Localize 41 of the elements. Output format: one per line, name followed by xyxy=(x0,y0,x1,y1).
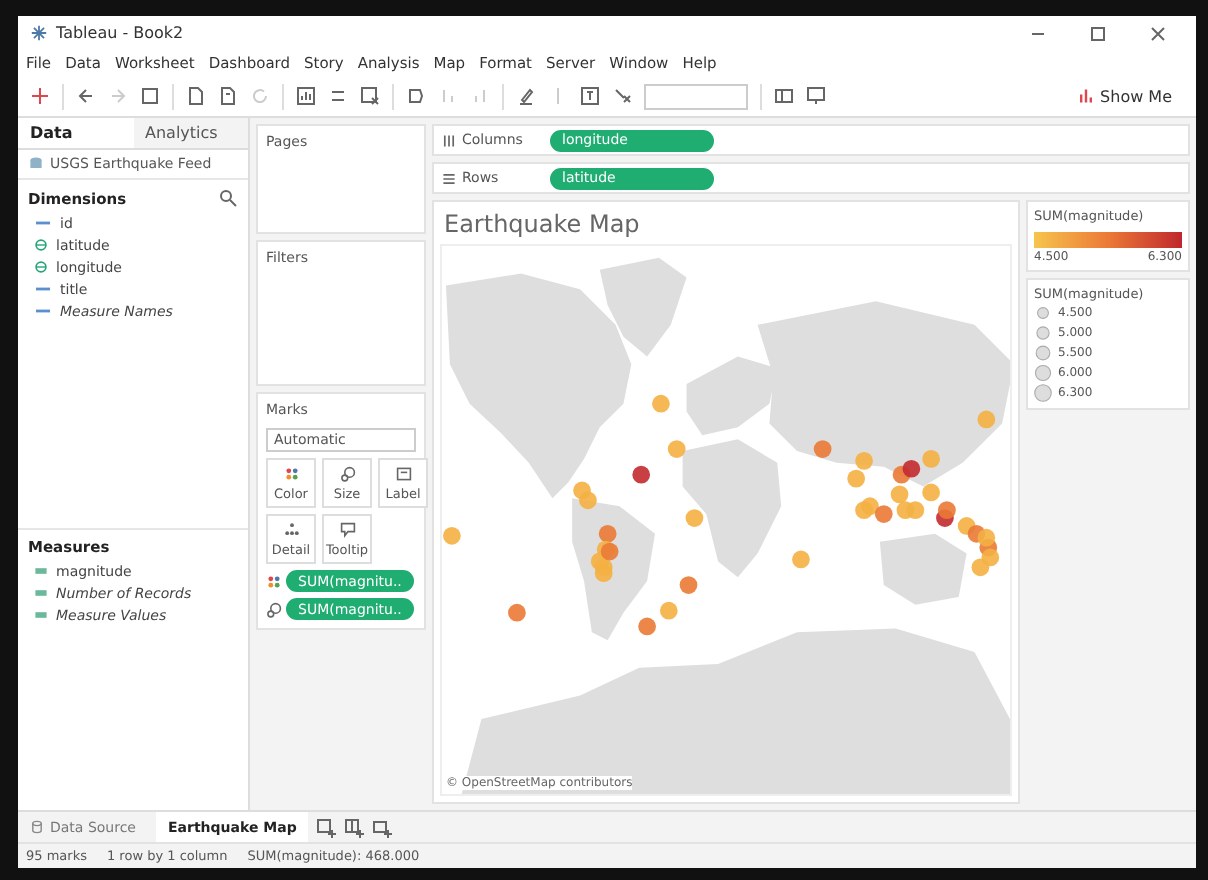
new-worksheet-icon[interactable] xyxy=(316,817,337,837)
new-story-icon[interactable] xyxy=(372,817,393,837)
text-label-icon[interactable] xyxy=(580,86,600,106)
circle-icon xyxy=(1034,384,1052,402)
label-icon xyxy=(395,465,411,481)
maximize-icon[interactable] xyxy=(1088,23,1108,43)
globe-icon xyxy=(34,238,48,252)
circle-icon xyxy=(1034,344,1052,362)
detail-dots-icon xyxy=(283,521,299,537)
circle-icon xyxy=(1034,304,1052,322)
database-icon xyxy=(30,820,44,834)
new-dashboard-icon[interactable] xyxy=(344,817,365,837)
globe-icon xyxy=(34,260,48,274)
save-icon[interactable] xyxy=(140,86,160,106)
color-dots-icon xyxy=(266,573,282,589)
circle-icon xyxy=(1034,364,1052,382)
pane-tab[interactable]: Analytics xyxy=(133,118,248,148)
size-circles-icon xyxy=(266,601,282,617)
highlight-pen-icon[interactable] xyxy=(516,86,536,106)
window-title: Tableau - Book2 xyxy=(56,24,184,42)
circle-icon xyxy=(1034,324,1052,342)
show-me-button[interactable]: Show Me xyxy=(1066,87,1184,105)
bar-chart-icon xyxy=(1078,88,1095,104)
sheet-title: Earthquake Map xyxy=(442,208,642,242)
columns-icon xyxy=(442,133,456,147)
back-arrow-icon[interactable] xyxy=(76,86,96,106)
group-icon[interactable] xyxy=(406,86,426,106)
clear-sheet-icon[interactable] xyxy=(360,86,380,106)
size-circles-icon xyxy=(339,465,355,481)
card-layout-icon[interactable] xyxy=(774,86,794,106)
rows-icon xyxy=(442,171,456,185)
search-icon[interactable] xyxy=(218,188,238,208)
new-sheet-icon[interactable] xyxy=(186,86,206,106)
duplicate-sheet-icon[interactable] xyxy=(218,86,238,106)
speech-bubble-icon xyxy=(339,521,355,537)
close-icon[interactable] xyxy=(1148,23,1168,43)
color-dots-icon xyxy=(283,465,299,481)
chart-icon[interactable] xyxy=(296,86,316,106)
database-icon xyxy=(28,156,44,172)
string-type-icon xyxy=(34,216,52,230)
presentation-icon[interactable] xyxy=(806,86,826,106)
